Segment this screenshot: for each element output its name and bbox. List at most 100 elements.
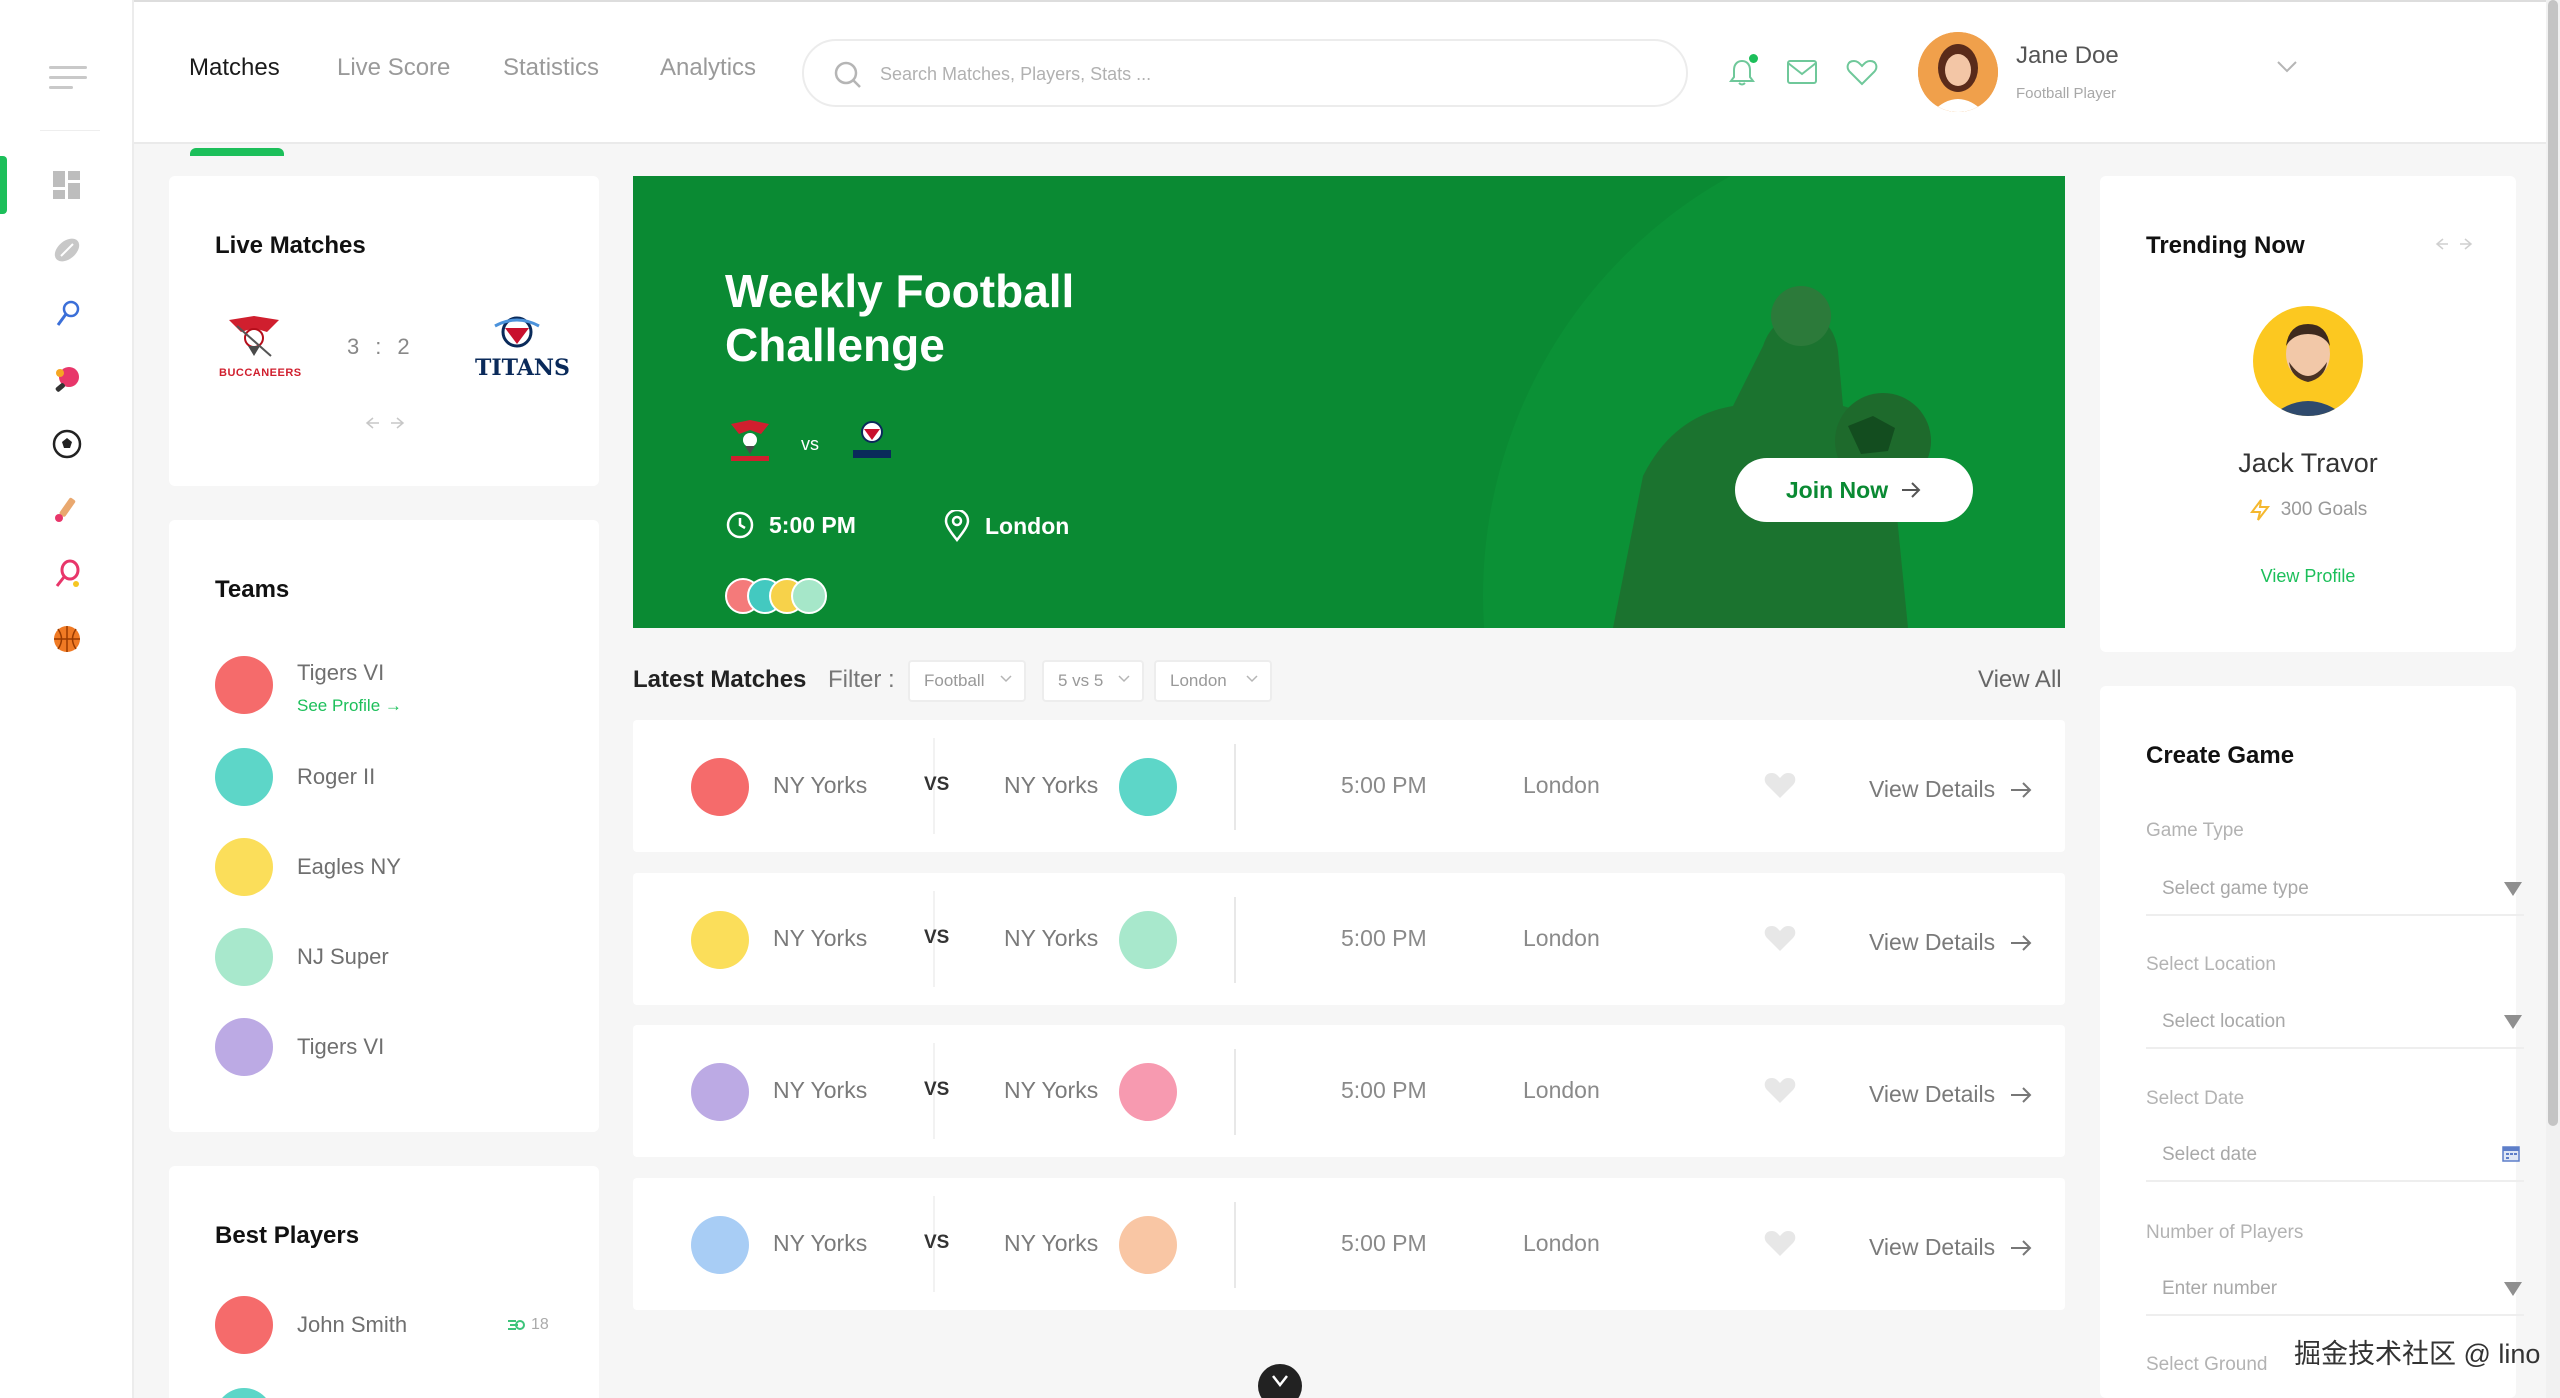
- hero-title: Weekly Football Challenge: [725, 265, 1075, 371]
- table-row[interactable]: NY Yorks VS NY Yorks 5:00 PM London View…: [633, 1025, 2065, 1157]
- view-details-link[interactable]: View Details: [1869, 929, 2033, 956]
- calendar-icon: [2502, 1146, 2520, 1162]
- heart-icon[interactable]: [1763, 770, 1797, 800]
- heart-icon[interactable]: [1844, 54, 1880, 90]
- scroll-down-button[interactable]: [1258, 1364, 1302, 1398]
- card-title: Best Players: [215, 1222, 360, 1249]
- arrow-right-icon: [1902, 482, 1921, 498]
- menu-icon[interactable]: [49, 66, 87, 96]
- dashboard-icon[interactable]: [51, 169, 83, 201]
- filter-format[interactable]: 5 vs 5: [1042, 660, 1144, 702]
- heart-icon[interactable]: [1763, 1075, 1797, 1105]
- field-label: Number of Players: [2146, 1222, 2304, 1243]
- home-team: NY Yorks: [773, 925, 868, 951]
- mail-icon[interactable]: [1784, 54, 1820, 90]
- tab-analytics[interactable]: Analytics: [660, 54, 756, 82]
- hero-vs: vs: [801, 434, 819, 454]
- match-time: 5:00 PM: [1341, 1077, 1427, 1103]
- home-team: NY Yorks: [773, 772, 868, 798]
- away-team-avatar: [1119, 911, 1177, 969]
- participants-avatars: [725, 578, 845, 614]
- view-details-link[interactable]: View Details: [1869, 776, 2033, 803]
- soccer-ball-icon[interactable]: [51, 428, 83, 460]
- carousel-arrows[interactable]: [2434, 238, 2474, 250]
- view-profile-link[interactable]: View Profile: [2100, 566, 2516, 587]
- basketball-icon[interactable]: [51, 623, 83, 655]
- team-name: Tigers VI: [297, 660, 385, 685]
- clock-icon: [726, 511, 754, 539]
- arrow-right-icon: →: [384, 696, 402, 715]
- location-pin-icon: [944, 510, 970, 542]
- buccaneers-logo: BUCCANEERS: [219, 312, 301, 379]
- location-select[interactable]: Select location: [2146, 991, 2524, 1049]
- arrow-right-icon: [2011, 781, 2032, 798]
- avatar[interactable]: [1918, 32, 1998, 112]
- chevron-down-icon[interactable]: [2276, 60, 2298, 74]
- table-row[interactable]: NY Yorks VS NY Yorks 5:00 PM London View…: [633, 873, 2065, 1005]
- rail-active-indicator: [0, 156, 7, 214]
- football-icon[interactable]: [51, 234, 83, 266]
- table-row[interactable]: NY Yorks VS NY Yorks 5:00 PM London View…: [633, 720, 2065, 852]
- avatar: [791, 578, 827, 614]
- row-divider: [1234, 744, 1236, 830]
- create-game-card: Create Game Game Type Select game type S…: [2100, 686, 2524, 1398]
- filter-sport[interactable]: Football: [908, 660, 1026, 702]
- score-separator: :: [375, 334, 382, 359]
- player-avatar[interactable]: [2253, 306, 2363, 416]
- user-role: Football Player: [2016, 85, 2117, 102]
- card-title: Live Matches: [215, 232, 366, 259]
- search-input[interactable]: [880, 55, 1660, 93]
- away-team: NY Yorks: [1004, 772, 1099, 798]
- team-name: NJ Super: [297, 944, 389, 969]
- scrollbar-thumb[interactable]: [2548, 0, 2558, 1126]
- tab-live-score[interactable]: Live Score: [337, 54, 450, 82]
- tab-matches[interactable]: Matches: [189, 54, 280, 82]
- card-title: Create Game: [2146, 742, 2295, 769]
- tennis-racket-icon[interactable]: [51, 558, 83, 590]
- search-bar[interactable]: [802, 39, 1688, 107]
- tab-statistics[interactable]: Statistics: [503, 54, 599, 82]
- away-team: NY Yorks: [1004, 1230, 1099, 1256]
- date-picker[interactable]: Select date: [2146, 1124, 2524, 1182]
- home-team-avatar: [691, 1063, 749, 1121]
- home-team: NY Yorks: [773, 1077, 868, 1103]
- home-team-avatar: [691, 1216, 749, 1274]
- carousel-arrows[interactable]: [361, 416, 409, 430]
- badminton-icon[interactable]: [51, 298, 83, 330]
- top-header: Matches Live Score Statistics Analytics …: [134, 0, 2546, 156]
- view-details-link[interactable]: View Details: [1869, 1081, 2033, 1108]
- view-all-link[interactable]: View All: [1978, 666, 2062, 694]
- arrow-right-icon: [2011, 934, 2032, 951]
- away-team-avatar: [1119, 1216, 1177, 1274]
- game-type-select[interactable]: Select game type: [2146, 858, 2524, 916]
- team-avatar: [215, 1018, 273, 1076]
- team-name: Eagles NY: [297, 854, 401, 879]
- bell-icon[interactable]: [1724, 54, 1760, 90]
- match-location: London: [1523, 772, 1600, 798]
- away-team: NY Yorks: [1004, 925, 1099, 951]
- match-location: London: [1523, 925, 1600, 951]
- players-number-input[interactable]: Enter number: [2146, 1258, 2524, 1316]
- best-players-card: Best Players John Smith 18: [169, 1166, 599, 1398]
- match-location: London: [1523, 1077, 1600, 1103]
- match-time: 5:00 PM: [1341, 1230, 1427, 1256]
- home-team-avatar: [691, 911, 749, 969]
- vs-label: VS: [924, 1079, 950, 1100]
- filter-location[interactable]: London: [1154, 660, 1272, 702]
- join-now-button[interactable]: Join Now: [1735, 458, 1973, 522]
- view-details-link[interactable]: View Details: [1869, 1234, 2033, 1261]
- cricket-icon[interactable]: [51, 493, 83, 525]
- dropdown-arrow-icon: [2504, 882, 2522, 896]
- table-row[interactable]: NY Yorks VS NY Yorks 5:00 PM London View…: [633, 1178, 2065, 1310]
- heart-icon[interactable]: [1763, 1228, 1797, 1258]
- table-tennis-icon[interactable]: [51, 363, 83, 395]
- scrollbar[interactable]: [2546, 0, 2560, 1398]
- heart-icon[interactable]: [1763, 923, 1797, 953]
- see-profile-link[interactable]: See Profile →: [297, 696, 402, 716]
- hero-location: London: [943, 510, 1069, 542]
- live-matches-card: Live Matches BUCCANEERS 3 : 2 TITANS: [169, 176, 599, 486]
- player-goals: 300 Goals: [2280, 499, 2368, 520]
- chevron-down-icon: [1272, 1375, 1288, 1388]
- home-score: 3: [347, 334, 360, 359]
- team-avatar: [215, 928, 273, 986]
